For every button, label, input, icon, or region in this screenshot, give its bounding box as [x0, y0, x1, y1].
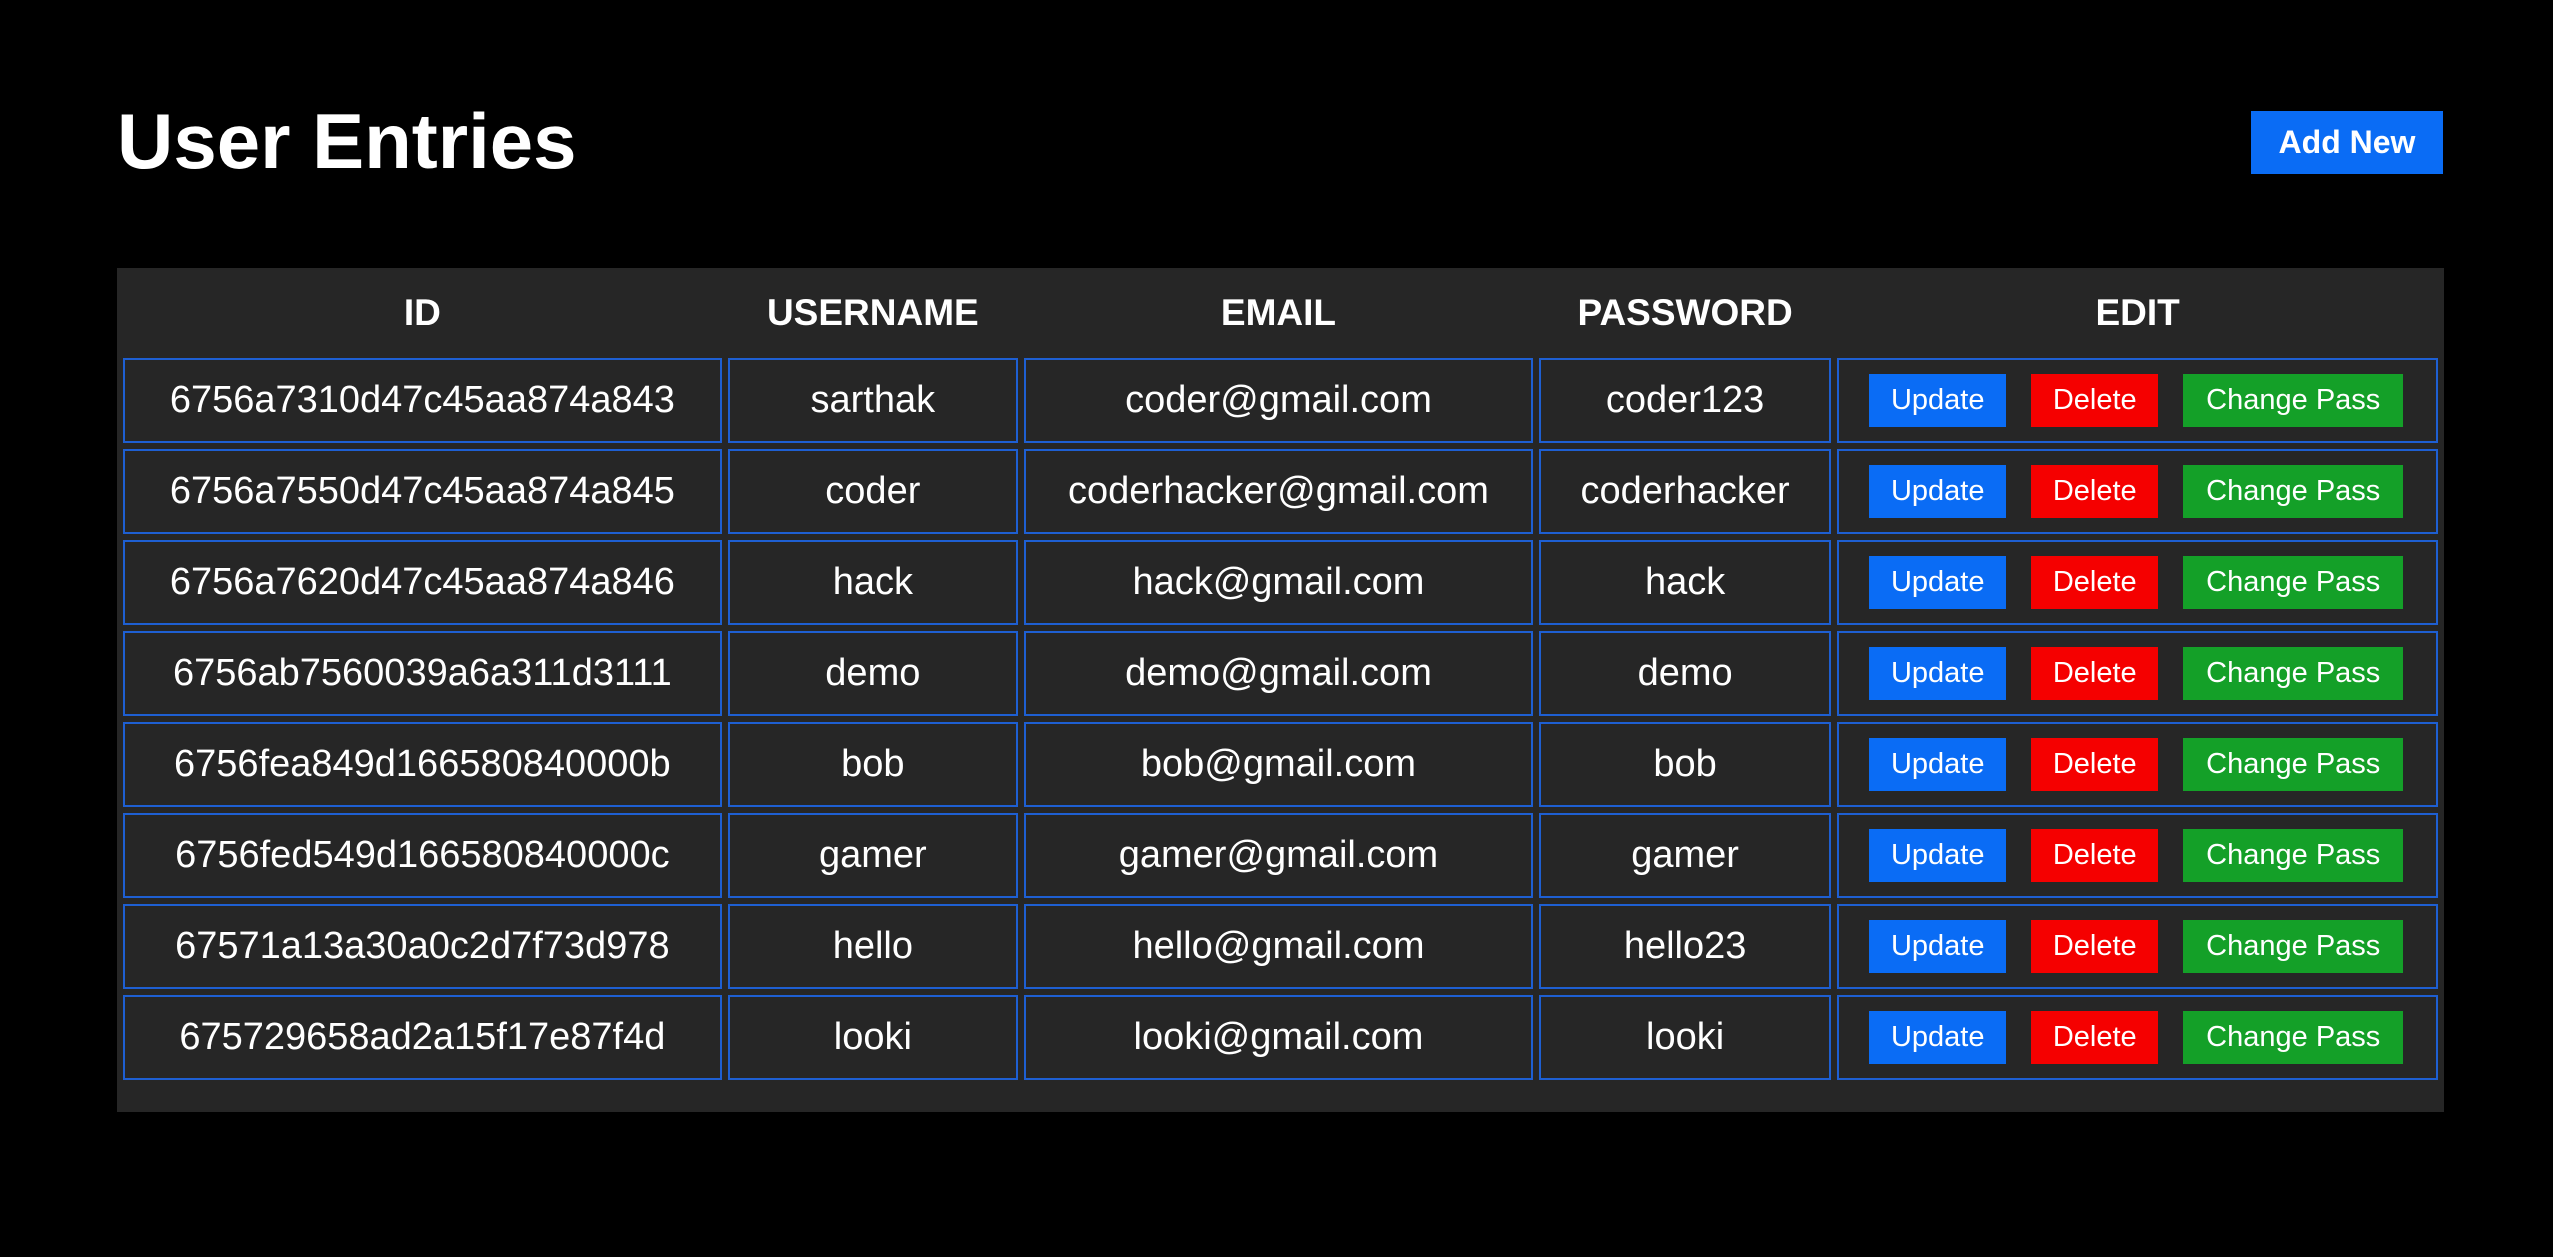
- edit-actions: Update Delete Change Pass: [1839, 1011, 2436, 1064]
- entries-table-container: ID USERNAME EMAIL PASSWORD EDIT 6756a731…: [117, 268, 2444, 1112]
- table-row: 6756fea849d166580840000b bob bob@gmail.c…: [123, 722, 2438, 807]
- cell-username: hello: [727, 904, 1018, 989]
- change-pass-button[interactable]: Change Pass: [2183, 465, 2404, 518]
- table-row: 6756a7550d47c45aa874a845 coder coderhack…: [123, 449, 2438, 534]
- edit-actions: Update Delete Change Pass: [1839, 374, 2436, 427]
- cell-password: hello23: [1538, 904, 1832, 989]
- table-header-row: ID USERNAME EMAIL PASSWORD EDIT: [123, 274, 2438, 352]
- edit-actions: Update Delete Change Pass: [1839, 920, 2436, 973]
- add-new-button[interactable]: Add New: [2251, 111, 2443, 174]
- cell-id: 6756fea849d166580840000b: [123, 722, 722, 807]
- edit-actions: Update Delete Change Pass: [1839, 647, 2436, 700]
- entries-table: ID USERNAME EMAIL PASSWORD EDIT 6756a731…: [117, 268, 2444, 1086]
- table-row: 6756fed549d166580840000c gamer gamer@gma…: [123, 813, 2438, 898]
- change-pass-button[interactable]: Change Pass: [2183, 374, 2404, 427]
- cell-email: bob@gmail.com: [1023, 722, 1533, 807]
- change-pass-button[interactable]: Change Pass: [2183, 829, 2404, 882]
- table-row: 675729658ad2a15f17e87f4d looki looki@gma…: [123, 995, 2438, 1080]
- cell-password: looki: [1538, 995, 1832, 1080]
- edit-actions: Update Delete Change Pass: [1839, 738, 2436, 791]
- page: User Entries Add New ID USERNAME EMAIL P…: [0, 0, 2553, 1257]
- update-button[interactable]: Update: [1869, 647, 2007, 700]
- edit-actions: Update Delete Change Pass: [1839, 465, 2436, 518]
- table-body: 6756a7310d47c45aa874a843 sarthak coder@g…: [123, 358, 2438, 1080]
- change-pass-button[interactable]: Change Pass: [2183, 556, 2404, 609]
- cell-password: demo: [1538, 631, 1832, 716]
- page-title: User Entries: [117, 97, 577, 185]
- column-header-password: PASSWORD: [1577, 292, 1793, 333]
- change-pass-button[interactable]: Change Pass: [2183, 1011, 2404, 1064]
- table-row: 67571a13a30a0c2d7f73d978 hello hello@gma…: [123, 904, 2438, 989]
- cell-edit: Update Delete Change Pass: [1837, 722, 2438, 807]
- table-row: 6756a7620d47c45aa874a846 hack hack@gmail…: [123, 540, 2438, 625]
- column-header-email: EMAIL: [1220, 292, 1337, 333]
- cell-password: bob: [1538, 722, 1832, 807]
- delete-button[interactable]: Delete: [2031, 374, 2159, 427]
- update-button[interactable]: Update: [1869, 465, 2007, 518]
- cell-username: coder: [727, 449, 1018, 534]
- update-button[interactable]: Update: [1869, 1011, 2007, 1064]
- cell-id: 6756fed549d166580840000c: [123, 813, 722, 898]
- cell-email: hello@gmail.com: [1023, 904, 1533, 989]
- cell-password: coder123: [1538, 358, 1832, 443]
- column-header-id: ID: [403, 292, 441, 333]
- cell-password: gamer: [1538, 813, 1832, 898]
- update-button[interactable]: Update: [1869, 738, 2007, 791]
- cell-password: hack: [1538, 540, 1832, 625]
- cell-edit: Update Delete Change Pass: [1837, 449, 2438, 534]
- cell-edit: Update Delete Change Pass: [1837, 995, 2438, 1080]
- cell-email: demo@gmail.com: [1023, 631, 1533, 716]
- edit-actions: Update Delete Change Pass: [1839, 556, 2436, 609]
- cell-edit: Update Delete Change Pass: [1837, 540, 2438, 625]
- cell-email: coder@gmail.com: [1023, 358, 1533, 443]
- cell-edit: Update Delete Change Pass: [1837, 358, 2438, 443]
- change-pass-button[interactable]: Change Pass: [2183, 738, 2404, 791]
- cell-username: sarthak: [727, 358, 1018, 443]
- cell-username: demo: [727, 631, 1018, 716]
- delete-button[interactable]: Delete: [2031, 920, 2159, 973]
- cell-email: hack@gmail.com: [1023, 540, 1533, 625]
- cell-id: 675729658ad2a15f17e87f4d: [123, 995, 722, 1080]
- cell-email: coderhacker@gmail.com: [1023, 449, 1533, 534]
- cell-id: 6756a7550d47c45aa874a845: [123, 449, 722, 534]
- edit-actions: Update Delete Change Pass: [1839, 829, 2436, 882]
- change-pass-button[interactable]: Change Pass: [2183, 647, 2404, 700]
- delete-button[interactable]: Delete: [2031, 647, 2159, 700]
- delete-button[interactable]: Delete: [2031, 465, 2159, 518]
- cell-username: gamer: [727, 813, 1018, 898]
- delete-button[interactable]: Delete: [2031, 556, 2159, 609]
- column-header-username: USERNAME: [766, 292, 979, 333]
- cell-id: 6756a7620d47c45aa874a846: [123, 540, 722, 625]
- cell-id: 6756ab7560039a6a311d3111: [123, 631, 722, 716]
- cell-password: coderhacker: [1538, 449, 1832, 534]
- update-button[interactable]: Update: [1869, 556, 2007, 609]
- update-button[interactable]: Update: [1869, 920, 2007, 973]
- update-button[interactable]: Update: [1869, 829, 2007, 882]
- cell-email: gamer@gmail.com: [1023, 813, 1533, 898]
- cell-username: bob: [727, 722, 1018, 807]
- delete-button[interactable]: Delete: [2031, 1011, 2159, 1064]
- cell-edit: Update Delete Change Pass: [1837, 904, 2438, 989]
- cell-id: 6756a7310d47c45aa874a843: [123, 358, 722, 443]
- cell-email: looki@gmail.com: [1023, 995, 1533, 1080]
- cell-edit: Update Delete Change Pass: [1837, 631, 2438, 716]
- table-row: 6756ab7560039a6a311d3111 demo demo@gmail…: [123, 631, 2438, 716]
- column-header-edit: EDIT: [2095, 292, 2180, 333]
- cell-username: hack: [727, 540, 1018, 625]
- cell-username: looki: [727, 995, 1018, 1080]
- table-row: 6756a7310d47c45aa874a843 sarthak coder@g…: [123, 358, 2438, 443]
- delete-button[interactable]: Delete: [2031, 738, 2159, 791]
- change-pass-button[interactable]: Change Pass: [2183, 920, 2404, 973]
- cell-id: 67571a13a30a0c2d7f73d978: [123, 904, 722, 989]
- update-button[interactable]: Update: [1869, 374, 2007, 427]
- cell-edit: Update Delete Change Pass: [1837, 813, 2438, 898]
- delete-button[interactable]: Delete: [2031, 829, 2159, 882]
